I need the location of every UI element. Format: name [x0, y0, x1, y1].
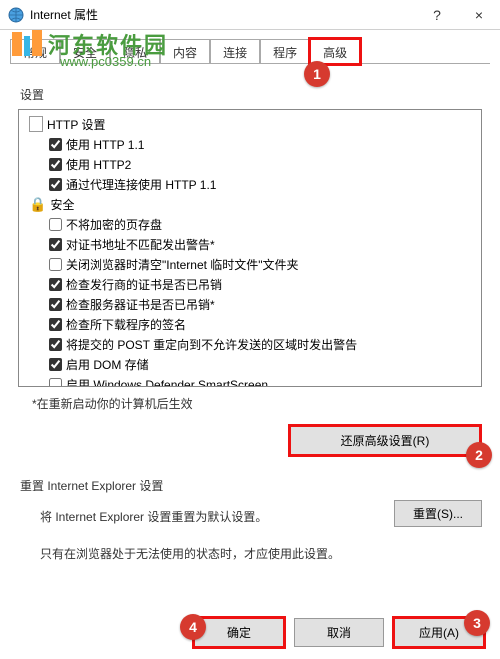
watermark-logo-icon — [10, 28, 44, 60]
list-item[interactable]: 使用 HTTP2 — [23, 154, 481, 174]
lock-icon: 🔒 — [29, 196, 46, 213]
checkbox[interactable] — [49, 138, 62, 151]
checkbox[interactable] — [49, 158, 62, 171]
checkbox[interactable] — [49, 378, 62, 388]
reset-footnote: 只有在浏览器处于无法使用的状态时，才应使用此设置。 — [40, 545, 482, 562]
list-item[interactable]: 启用 DOM 存储 — [23, 354, 481, 374]
watermark: 河东软件园 www.pc0359.cn — [10, 28, 168, 60]
list-item[interactable]: 使用 HTTP 1.1 — [23, 134, 481, 154]
list-item[interactable]: 关闭浏览器时清空"Internet 临时文件"文件夹 — [23, 254, 481, 274]
list-item[interactable]: 将提交的 POST 重定向到不允许发送的区域时发出警告 — [23, 334, 481, 354]
ok-button[interactable]: 确定 — [194, 618, 284, 647]
restart-note: *在重新启动你的计算机后生效 — [32, 395, 482, 412]
list-item[interactable]: 检查发行商的证书是否已吊销 — [23, 274, 481, 294]
restore-advanced-button[interactable]: 还原高级设置(R) — [290, 426, 480, 455]
checkbox[interactable] — [49, 338, 62, 351]
group-header-security: 🔒 安全 — [23, 194, 481, 214]
close-button[interactable]: × — [458, 0, 500, 30]
group-header-http: HTTP 设置 — [23, 114, 481, 134]
dialog-buttons: 确定 取消 应用(A) — [16, 618, 484, 647]
list-item[interactable]: 通过代理连接使用 HTTP 1.1 — [23, 174, 481, 194]
help-button[interactable]: ? — [416, 0, 458, 30]
globe-icon — [8, 7, 24, 23]
annotation-badge-3: 3 — [464, 610, 490, 636]
settings-listbox[interactable]: HTTP 设置 使用 HTTP 1.1 使用 HTTP2 通过代理连接使用 HT… — [18, 109, 482, 387]
reset-group-label: 重置 Internet Explorer 设置 — [20, 477, 482, 494]
annotation-badge-2: 2 — [466, 442, 492, 468]
checkbox[interactable] — [49, 278, 62, 291]
cancel-button[interactable]: 取消 — [294, 618, 384, 647]
checkbox[interactable] — [49, 218, 62, 231]
reset-description: 将 Internet Explorer 设置重置为默认设置。 — [40, 508, 267, 525]
checkbox[interactable] — [49, 358, 62, 371]
list-item[interactable]: 不将加密的页存盘 — [23, 214, 481, 234]
checkbox[interactable] — [49, 318, 62, 331]
list-item[interactable]: 对证书地址不匹配发出警告* — [23, 234, 481, 254]
tab-programs[interactable]: 程序 — [260, 39, 310, 64]
document-icon — [29, 116, 43, 132]
tab-connections[interactable]: 连接 — [210, 39, 260, 64]
watermark-url: www.pc0359.cn — [60, 54, 151, 69]
reset-button[interactable]: 重置(S)... — [394, 500, 482, 527]
titlebar: Internet 属性 ? × — [0, 0, 500, 30]
list-item[interactable]: 检查服务器证书是否已吊销* — [23, 294, 481, 314]
settings-label: 设置 — [20, 86, 482, 103]
checkbox[interactable] — [49, 178, 62, 191]
annotation-badge-4: 4 — [180, 614, 206, 640]
annotation-badge-1: 1 — [304, 61, 330, 87]
checkbox[interactable] — [49, 298, 62, 311]
checkbox[interactable] — [49, 258, 62, 271]
list-item[interactable]: 检查所下载程序的签名 — [23, 314, 481, 334]
list-item[interactable]: 启用 Windows Defender SmartScreen — [23, 374, 481, 387]
checkbox[interactable] — [49, 238, 62, 251]
window-title: Internet 属性 — [30, 6, 98, 23]
